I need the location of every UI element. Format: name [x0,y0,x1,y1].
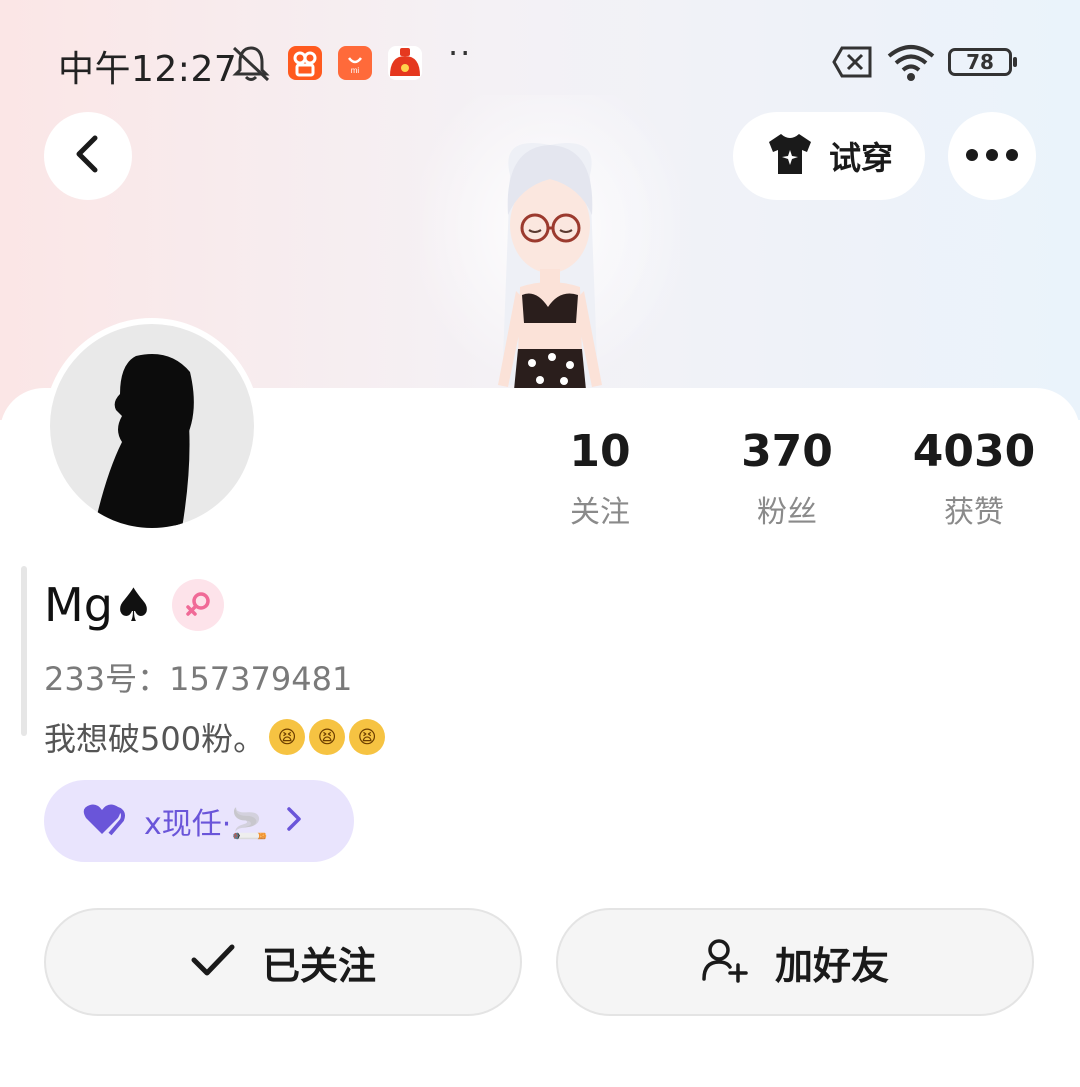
try-on-button[interactable]: 试穿 [733,112,925,200]
info-divider [21,566,27,736]
likes-count: 4030 [912,426,1036,477]
back-icon [71,134,105,178]
shopping-app-icon [388,46,422,80]
add-friend-button[interactable]: 加好友 [556,908,1034,1016]
avatar[interactable] [44,318,260,534]
tired-face-emoji: 😫 [269,719,306,755]
svg-text:mi: mi [351,66,360,75]
battery-icon: 78 [948,48,1017,76]
followed-button[interactable]: 已关注 [44,908,522,1016]
following-label: 关注 [570,495,630,530]
tshirt-icon [765,132,815,180]
followed-label: 已关注 [261,943,376,988]
more-notifications-icon: ·· [448,34,473,72]
following-count: 10 [569,426,631,477]
double-heart-icon [82,802,128,840]
mi-store-app-icon: mi [338,46,372,80]
more-icon [965,147,1019,166]
chevron-right-icon [285,805,303,837]
wifi-icon [886,44,936,88]
tired-face-emoji: 😫 [309,719,346,755]
relationship-label: x现任·🚬 [144,807,269,842]
stat-followers[interactable]: 370 粉丝 [697,426,877,531]
avatar-3d-figure [420,95,680,390]
username: Mg♠ [44,578,155,632]
followers-label: 粉丝 [757,495,817,530]
try-on-label: 试穿 [828,139,893,177]
tired-face-emoji: 😫 [349,719,386,755]
relationship-chip[interactable]: x现任·🚬 [44,780,354,862]
status-bar: 中午12:27 mi ·· 78 [0,34,1080,90]
likes-label: 获赞 [944,495,1004,530]
more-button[interactable] [948,112,1036,200]
bio: 我想破500粉。 😫 😫 😫 [44,714,386,760]
add-friend-label: 加好友 [774,943,889,988]
female-icon [172,579,225,631]
add-user-icon [701,937,749,987]
name-row: Mg♠ [44,578,225,632]
kuaishou-app-icon [288,46,322,80]
check-icon [190,942,236,982]
bio-text: 我想破500粉。 [44,720,266,758]
mute-bell-icon [230,44,272,88]
followers-count: 370 [741,426,833,477]
sim-error-icon [832,44,874,84]
user-id: 233号：157379481 [44,660,353,698]
stat-following[interactable]: 10 关注 [510,426,690,531]
stat-likes[interactable]: 4030 获赞 [884,426,1064,531]
status-time: 中午12:27 [58,49,238,90]
back-button[interactable] [44,112,132,200]
